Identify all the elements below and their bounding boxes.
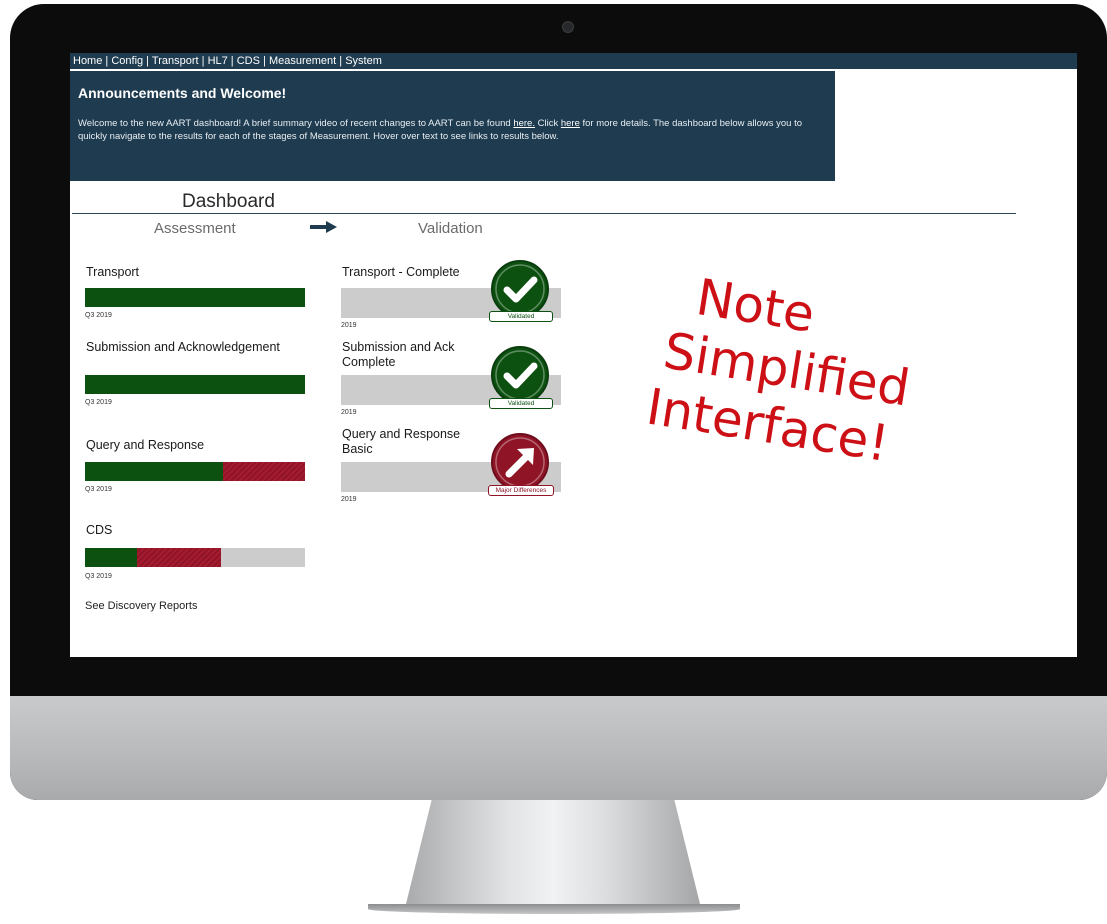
discovery-reports-link[interactable]: See Discovery Reports (85, 600, 198, 612)
validation-label-transport[interactable]: Transport - Complete (342, 265, 460, 280)
announcement-title: Announcements and Welcome! (78, 85, 287, 101)
checkmark-icon[interactable] (490, 259, 550, 319)
validation-status-query: Major Differences (488, 485, 554, 496)
assessment-bar-submission[interactable] (85, 375, 305, 394)
nav-item-hl7[interactable]: HL7 (208, 55, 228, 67)
monitor-stand-base (368, 904, 740, 914)
validation-heading: Validation (418, 220, 483, 237)
validation-date-query: 2019 (341, 496, 357, 503)
nav-item-home[interactable]: Home (73, 55, 102, 67)
bar-segment-pass (85, 462, 223, 481)
assessment-date-query: Q3 2019 (85, 486, 112, 493)
assessment-label-submission[interactable]: Submission and Acknowledgement (86, 340, 286, 355)
bar-segment-fail (136, 548, 222, 567)
nav-item-system[interactable]: System (345, 55, 382, 67)
screen: Home | Config | Transport | HL7 | CDS | … (70, 53, 1077, 657)
bar-segment-pass (85, 288, 305, 307)
assessment-bar-query[interactable] (85, 462, 305, 481)
arrow-up-right-icon[interactable] (490, 432, 550, 492)
arrow-right-icon (310, 221, 337, 233)
assessment-date-transport: Q3 2019 (85, 312, 112, 319)
bar-segment-fail (222, 462, 305, 481)
assessment-date-cds: Q3 2019 (85, 573, 112, 580)
video-link[interactable]: here. (513, 118, 535, 129)
monitor-stand (405, 800, 701, 908)
details-link[interactable]: here (561, 118, 580, 129)
assessment-bar-cds[interactable] (85, 548, 305, 567)
validation-status-submission: Validated (489, 398, 553, 409)
announcement-panel: Announcements and Welcome! Welcome to th… (70, 71, 835, 181)
monitor-chin (10, 696, 1107, 800)
assessment-bar-transport[interactable] (85, 288, 305, 307)
nav-item-measurement[interactable]: Measurement (269, 55, 336, 67)
validation-label-submission[interactable]: Submission and Ack Complete (342, 340, 482, 370)
validation-status-transport: Validated (489, 311, 553, 322)
announcement-text: Welcome to the new AART dashboard! A bri… (78, 118, 803, 142)
assessment-heading: Assessment (154, 220, 236, 237)
dashboard-divider (72, 213, 1016, 214)
validation-label-query[interactable]: Query and Response Basic (342, 427, 482, 457)
top-nav: Home | Config | Transport | HL7 | CDS | … (70, 53, 1077, 69)
assessment-date-submission: Q3 2019 (85, 399, 112, 406)
assessment-label-cds[interactable]: CDS (86, 523, 112, 538)
monitor-bezel: Home | Config | Transport | HL7 | CDS | … (10, 4, 1107, 800)
nav-item-config[interactable]: Config (111, 55, 143, 67)
bar-segment-pass (85, 548, 137, 567)
nav-item-transport[interactable]: Transport (152, 55, 199, 67)
validation-date-submission: 2019 (341, 409, 357, 416)
nav-item-cds[interactable]: CDS (237, 55, 260, 67)
checkmark-icon[interactable] (490, 345, 550, 405)
dashboard-title: Dashboard (182, 191, 275, 212)
camera-icon (562, 21, 574, 33)
assessment-label-transport[interactable]: Transport (86, 265, 139, 280)
validation-date-transport: 2019 (341, 322, 357, 329)
bar-segment-pass (85, 375, 305, 394)
simplified-interface-note: Note Simplified Interface! (643, 263, 1046, 494)
assessment-label-query[interactable]: Query and Response (86, 438, 204, 453)
